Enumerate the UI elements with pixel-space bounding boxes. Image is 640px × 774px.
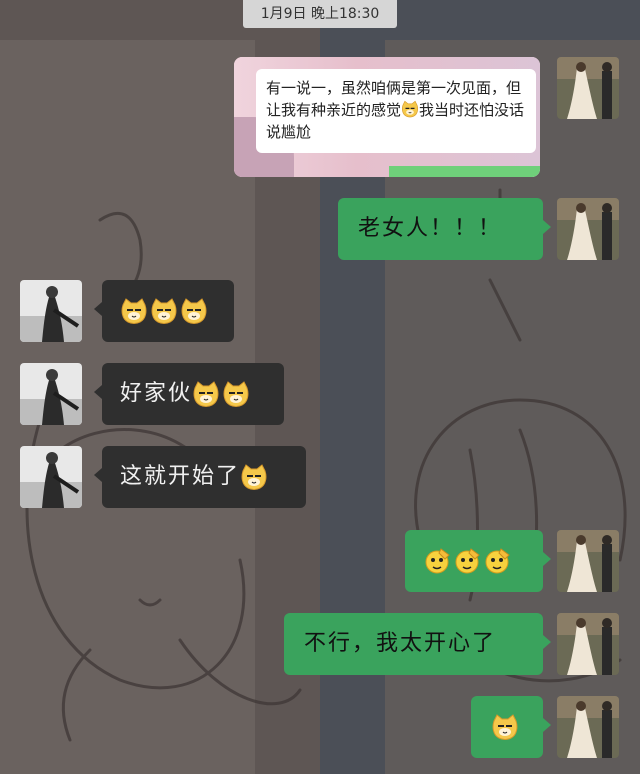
avatar-self[interactable] xyxy=(557,198,619,260)
avatar-contact[interactable] xyxy=(20,363,82,425)
cat-smug-emoji-icon xyxy=(401,100,419,118)
avatar-contact[interactable] xyxy=(20,446,82,508)
message-text: 这就开始了 xyxy=(120,464,241,489)
message-text: 好家伙 xyxy=(120,381,193,406)
message-bubble-outgoing[interactable] xyxy=(405,530,551,592)
message-content: 这就开始了 xyxy=(120,446,270,508)
message-content: 好家伙 xyxy=(120,363,252,425)
message-quote-card[interactable]: 有一说一，虽然咱俩是第一次见面，但让我有种亲近的感觉 我当时还怕没话说尴尬 xyxy=(234,57,540,177)
timestamp: 1月9日 晚上18:30 xyxy=(243,0,397,28)
message-bubble-incoming[interactable]: 好家伙 xyxy=(94,363,284,425)
message-bubble-incoming[interactable]: 这就开始了 xyxy=(94,446,306,508)
message-bubble-outgoing[interactable]: 不行，我太开心了 xyxy=(284,613,551,675)
salute-face-emoji-icon xyxy=(423,547,451,575)
avatar-contact[interactable] xyxy=(20,280,82,342)
avatar-self[interactable] xyxy=(557,696,619,758)
message-text: 老女人！！！ xyxy=(358,216,503,241)
cat-smug-emoji-icon xyxy=(192,380,220,408)
salute-face-emoji-icon xyxy=(453,547,481,575)
avatar-self[interactable] xyxy=(557,530,619,592)
message-bubble-outgoing[interactable]: 老女人！！！ xyxy=(338,198,551,260)
quote-text-box: 有一说一，虽然咱俩是第一次见面，但让我有种亲近的感觉 我当时还怕没话说尴尬 xyxy=(256,69,536,153)
cat-smug-emoji-icon xyxy=(150,297,178,325)
message-text: 不行，我太开心了 xyxy=(304,631,497,656)
emoji-row xyxy=(491,696,521,758)
message-bubble-outgoing[interactable] xyxy=(471,696,551,758)
cat-smug-emoji-icon xyxy=(491,713,519,741)
emoji-row xyxy=(120,280,210,342)
emoji-row xyxy=(423,530,513,592)
cat-smug-emoji-icon xyxy=(120,297,148,325)
salute-face-emoji-icon xyxy=(483,547,511,575)
avatar-self[interactable] xyxy=(557,57,619,119)
cat-smug-emoji-icon xyxy=(240,463,268,491)
quote-progress-bar xyxy=(389,166,540,177)
cat-smug-emoji-icon xyxy=(180,297,208,325)
message-bubble-incoming[interactable] xyxy=(94,280,234,342)
cat-smug-emoji-icon xyxy=(222,380,250,408)
avatar-self[interactable] xyxy=(557,613,619,675)
